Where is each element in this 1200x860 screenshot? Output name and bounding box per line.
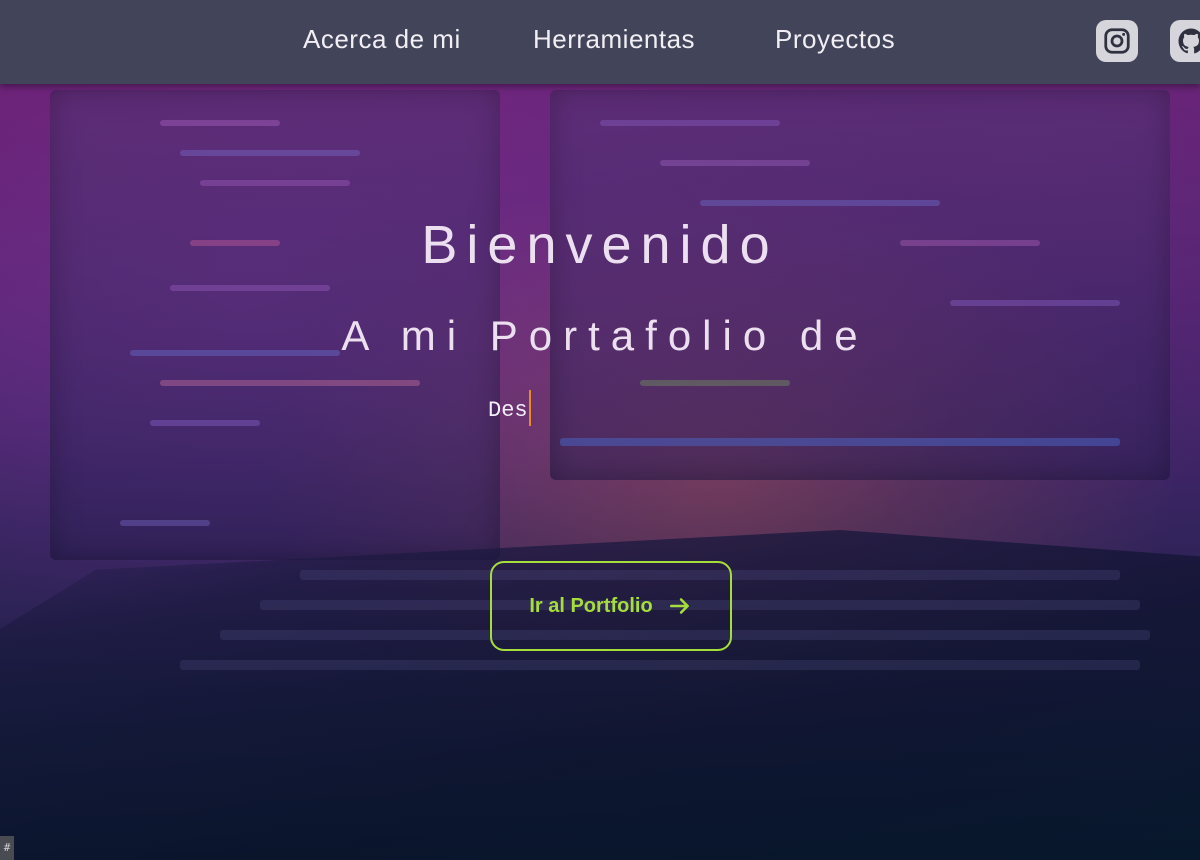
arrow-right-icon	[669, 598, 689, 614]
github-icon[interactable]	[1170, 20, 1200, 62]
portfolio-button-label: Ir al Portfolio	[529, 594, 653, 617]
portfolio-button[interactable]: Ir al Portfolio	[490, 561, 732, 651]
hero-subtitle: A mi Portafolio de	[341, 312, 869, 359]
hero-title: Bienvenido	[421, 215, 779, 275]
hero-overlay	[0, 0, 1200, 860]
corner-badge: #	[0, 836, 14, 860]
nav-link-proyectos[interactable]: Proyectos	[775, 24, 895, 55]
typing-caret	[528, 390, 531, 426]
instagram-icon[interactable]	[1096, 20, 1138, 62]
typed-text: Des	[488, 397, 528, 423]
nav-links: Acerca de mi Herramientas Proyectos	[0, 0, 1200, 84]
nav-link-herramientas[interactable]: Herramientas	[533, 24, 695, 55]
top-navbar: Acerca de mi Herramientas Proyectos	[0, 0, 1200, 84]
typing-text: Des	[488, 390, 531, 428]
nav-link-acerca[interactable]: Acerca de mi	[303, 24, 461, 55]
